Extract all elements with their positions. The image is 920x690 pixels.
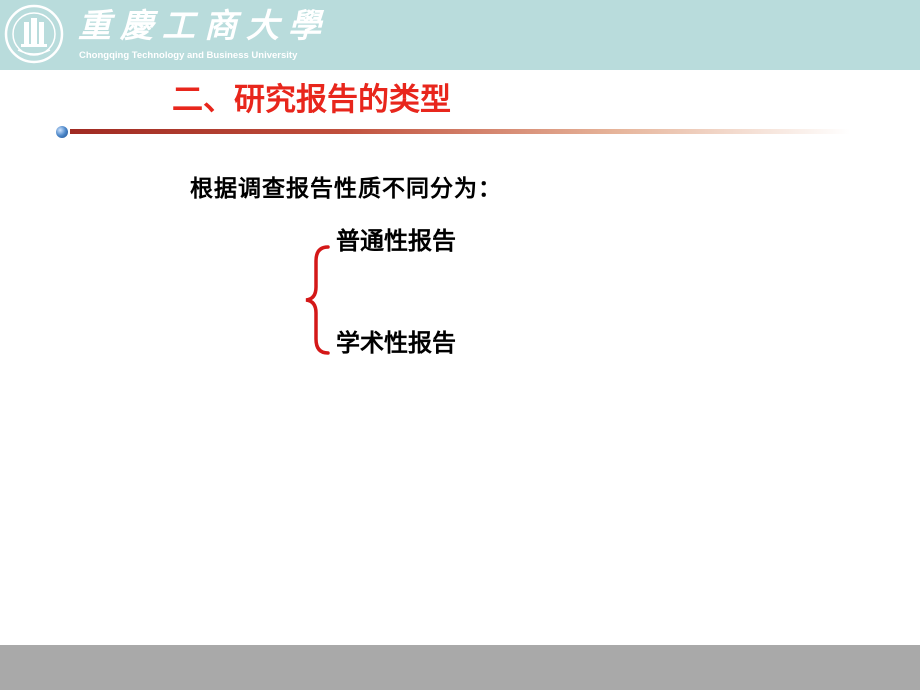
university-seal-icon — [4, 4, 64, 64]
divider-bullet-icon — [56, 126, 68, 138]
university-name-en: Chongqing Technology and Business Univer… — [79, 50, 298, 61]
header-bar: 重慶工商大學 Chongqing Technology and Business… — [0, 0, 920, 70]
footer-bar — [0, 645, 920, 690]
intro-text: 根据调查报告性质不同分为： — [190, 176, 502, 202]
slide-title: 二、研究报告的类型 — [172, 82, 451, 118]
branch-item-academic-report: 学术性报告 — [336, 329, 456, 357]
title-divider — [70, 129, 850, 134]
university-name-cn: 重慶工商大學 — [78, 6, 330, 45]
branch-item-general-report: 普通性报告 — [336, 227, 456, 255]
curly-brace-icon — [305, 245, 330, 355]
